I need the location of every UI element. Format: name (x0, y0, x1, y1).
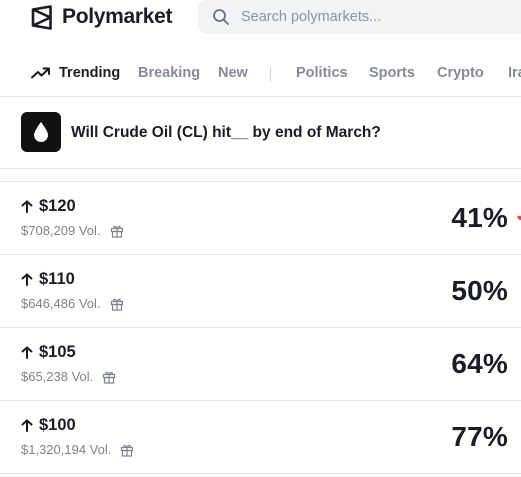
outcome-volume: $1,320,194 Vol. (21, 442, 112, 457)
nav-tab-sports[interactable]: Sports (369, 65, 415, 81)
outcome-label: $100 (39, 416, 76, 434)
nav-tab-iran[interactable]: Iran (508, 65, 521, 81)
outcome-volume: $708,209 Vol. (21, 223, 101, 238)
outcome-label: $120 (39, 197, 76, 215)
outcome-label-wrap: $100 (21, 416, 76, 435)
gift-icon[interactable] (102, 370, 116, 384)
outcome-probability: 64% (451, 348, 508, 379)
outcome-probability: 77% (451, 421, 508, 452)
outcome-probability: 41% (451, 202, 508, 233)
polymarket-logo-icon (31, 4, 52, 30)
market-title[interactable]: Will Crude Oil (CL) hit__ by end of Marc… (71, 124, 381, 142)
nav-tab-trending[interactable]: Trending (59, 65, 120, 81)
outcome-volume-wrap: $646,486 Vol. (21, 296, 124, 311)
gift-icon[interactable] (120, 443, 134, 457)
nav-divider (270, 67, 271, 81)
market-image (21, 112, 61, 152)
nav-tab-new[interactable]: New (218, 65, 248, 81)
search-bar[interactable] (198, 0, 521, 34)
search-icon (213, 9, 229, 25)
nav-tab-politics[interactable]: Politics (296, 65, 348, 81)
arrow-up-icon (21, 273, 33, 286)
outcome-row-100[interactable]: $100 $1,320,194 Vol. 77% (0, 401, 521, 474)
outcome-label-wrap: $105 (21, 343, 76, 362)
outcome-volume-wrap: $65,238 Vol. (21, 369, 116, 384)
arrow-up-icon (21, 419, 33, 432)
trending-icon (31, 67, 50, 79)
market-header[interactable]: Will Crude Oil (CL) hit__ by end of Marc… (0, 96, 521, 169)
outcome-row-120[interactable]: $120 $708,209 Vol. 41% (0, 182, 521, 255)
polymarket-logo[interactable]: Polymarket (31, 3, 173, 31)
category-nav: Trending Breaking New Politics Sports Cr… (0, 56, 521, 97)
search-input[interactable] (241, 9, 491, 25)
outcome-label-wrap: $110 (21, 270, 75, 289)
outcome-volume-wrap: $708,209 Vol. (21, 223, 124, 238)
outcome-label: $105 (39, 343, 76, 361)
outcome-row-110[interactable]: $110 $646,486 Vol. 50% (0, 255, 521, 328)
heart-icon[interactable] (517, 215, 521, 221)
nav-tab-crypto[interactable]: Crypto (437, 65, 484, 81)
outcome-row-105[interactable]: $105 $65,238 Vol. 64% (0, 328, 521, 401)
nav-tab-breaking[interactable]: Breaking (138, 65, 200, 81)
gift-icon[interactable] (110, 224, 124, 238)
outcome-volume-wrap: $1,320,194 Vol. (21, 442, 134, 457)
outcome-list: $120 $708,209 Vol. 41% $110 $646,486 Vol… (0, 182, 521, 474)
oil-drop-icon (34, 122, 48, 142)
outcome-volume: $646,486 Vol. (21, 296, 101, 311)
outcome-probability: 50% (451, 275, 508, 306)
outcome-volume: $65,238 Vol. (21, 369, 94, 384)
brand-name: Polymarket (62, 5, 173, 28)
gift-icon[interactable] (110, 297, 124, 311)
outcome-label: $110 (39, 270, 75, 288)
outcome-label-wrap: $120 (21, 197, 76, 216)
arrow-up-icon (21, 200, 33, 213)
arrow-up-icon (21, 346, 33, 359)
top-header: Polymarket (0, 0, 521, 56)
